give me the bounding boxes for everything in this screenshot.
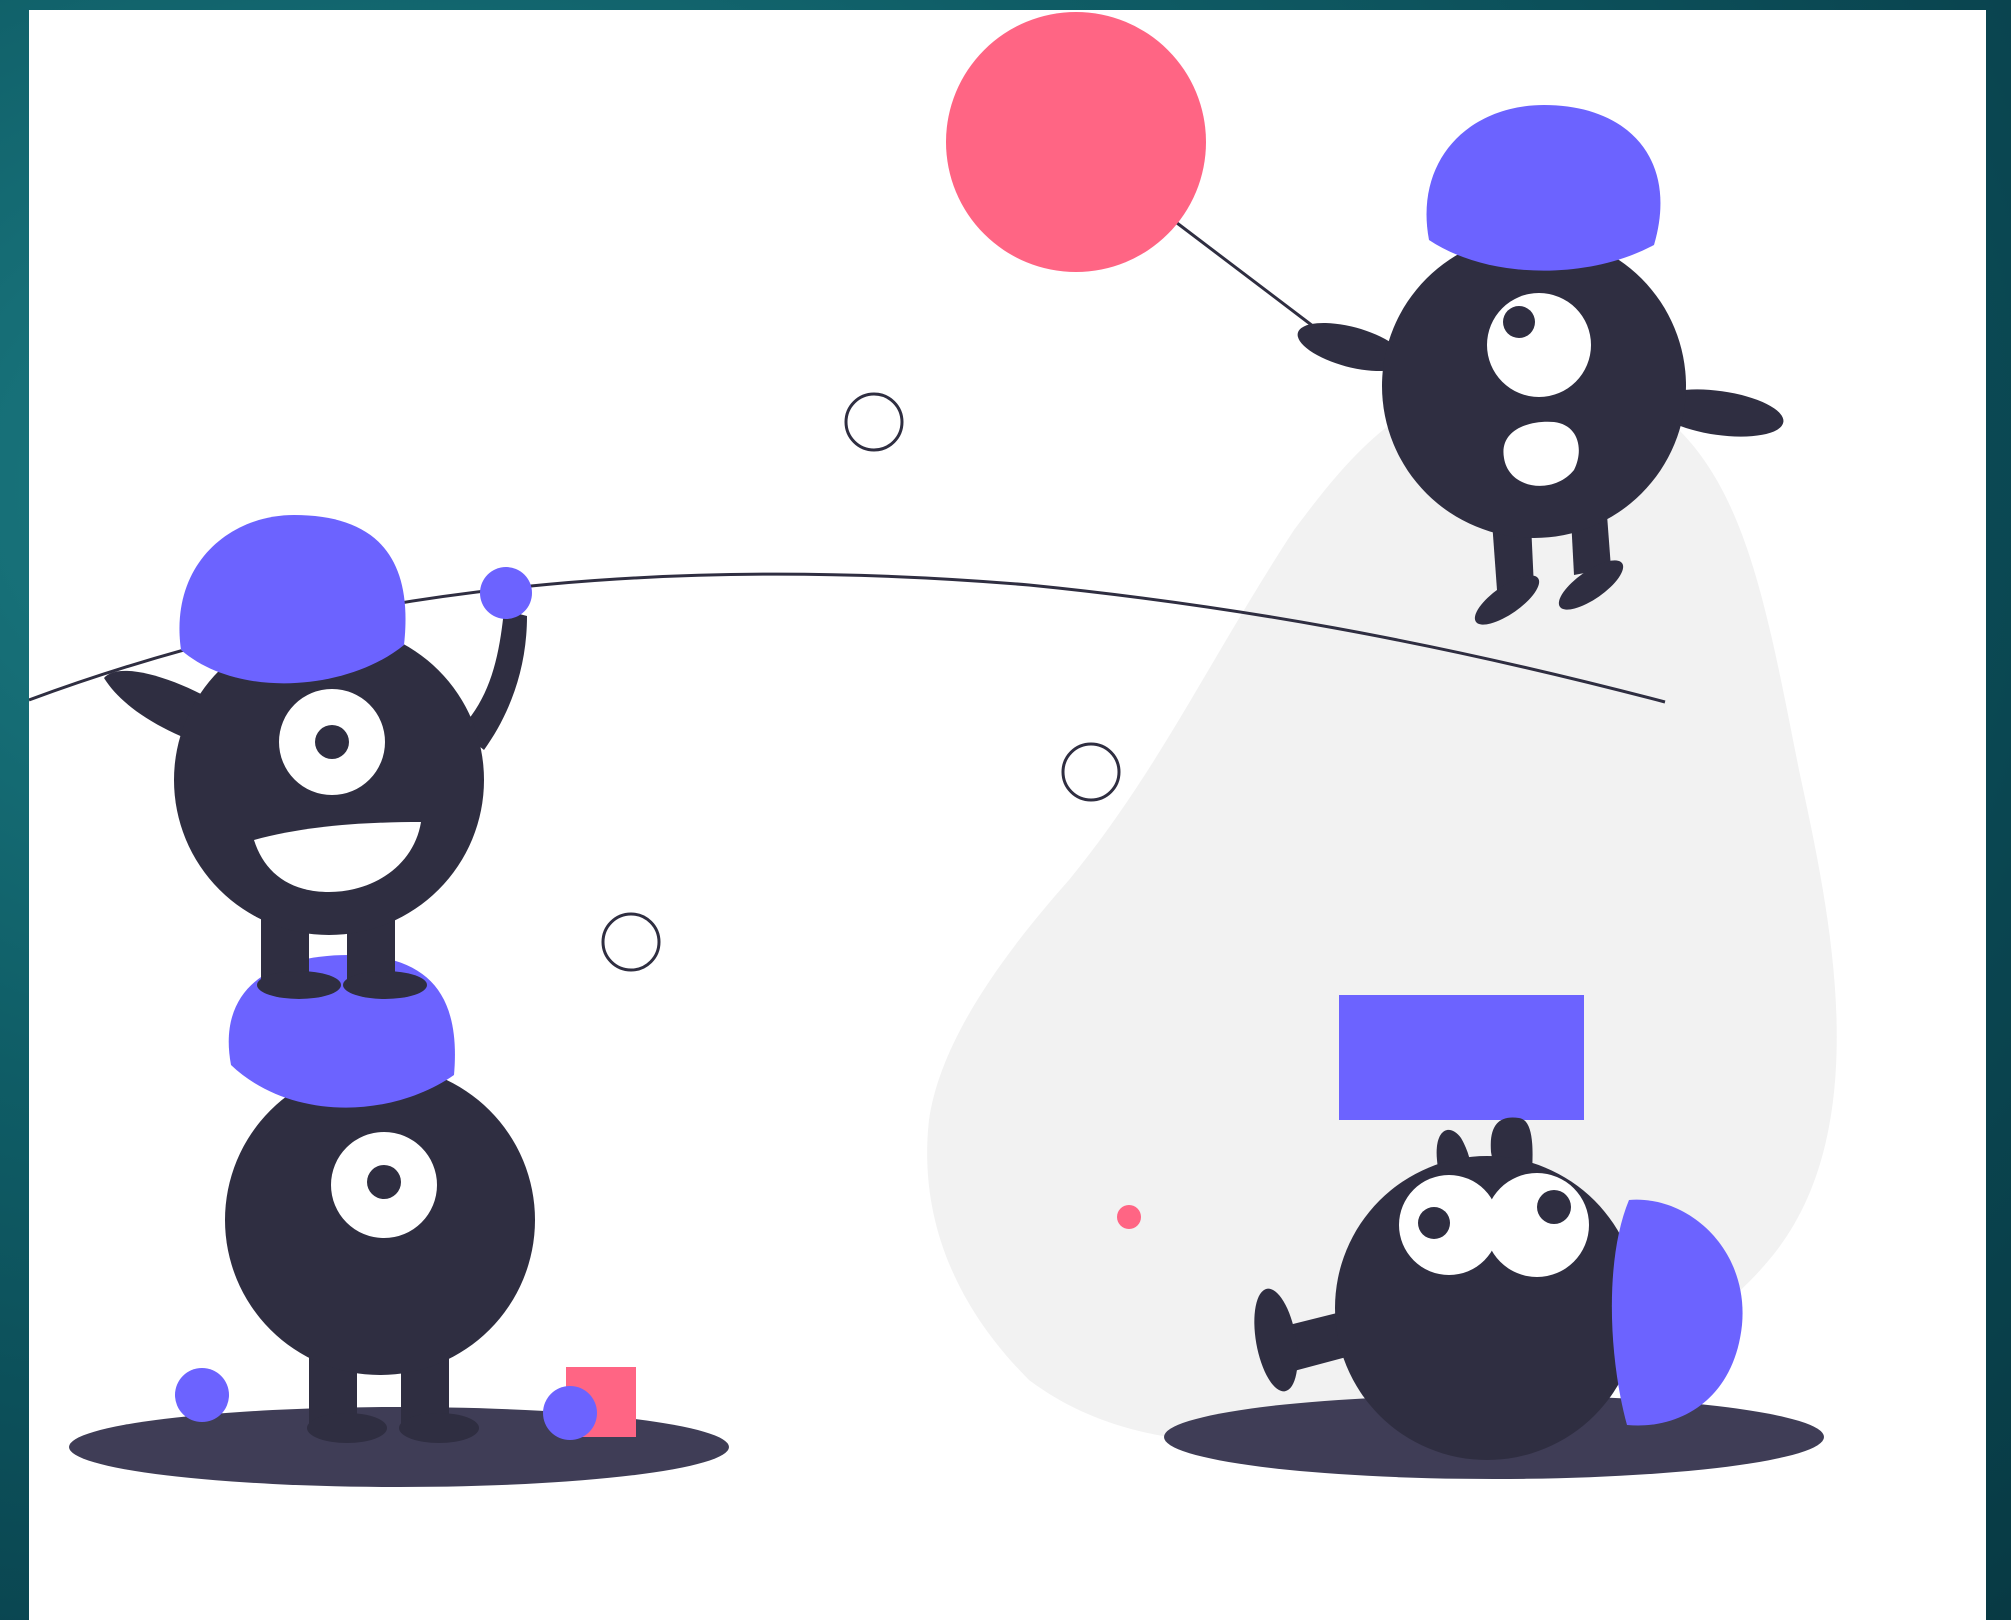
pink-dot: [1117, 1205, 1141, 1229]
ball-right: [543, 1386, 597, 1440]
pink-balloon: [946, 12, 1206, 272]
held-ball-left: [480, 567, 532, 619]
ball-left: [175, 1368, 229, 1422]
balloon-string: [1176, 221, 1327, 338]
ring-middle: [1061, 742, 1121, 802]
ring-top: [844, 392, 904, 452]
ring-left: [601, 912, 661, 972]
playful-monsters-illustration: [29, 12, 1837, 1487]
illustration-canvas: [29, 10, 1986, 1620]
purple-sign: [1339, 995, 1584, 1120]
monster-top-left: [104, 515, 532, 999]
monster-bottom-left: [225, 955, 535, 1443]
